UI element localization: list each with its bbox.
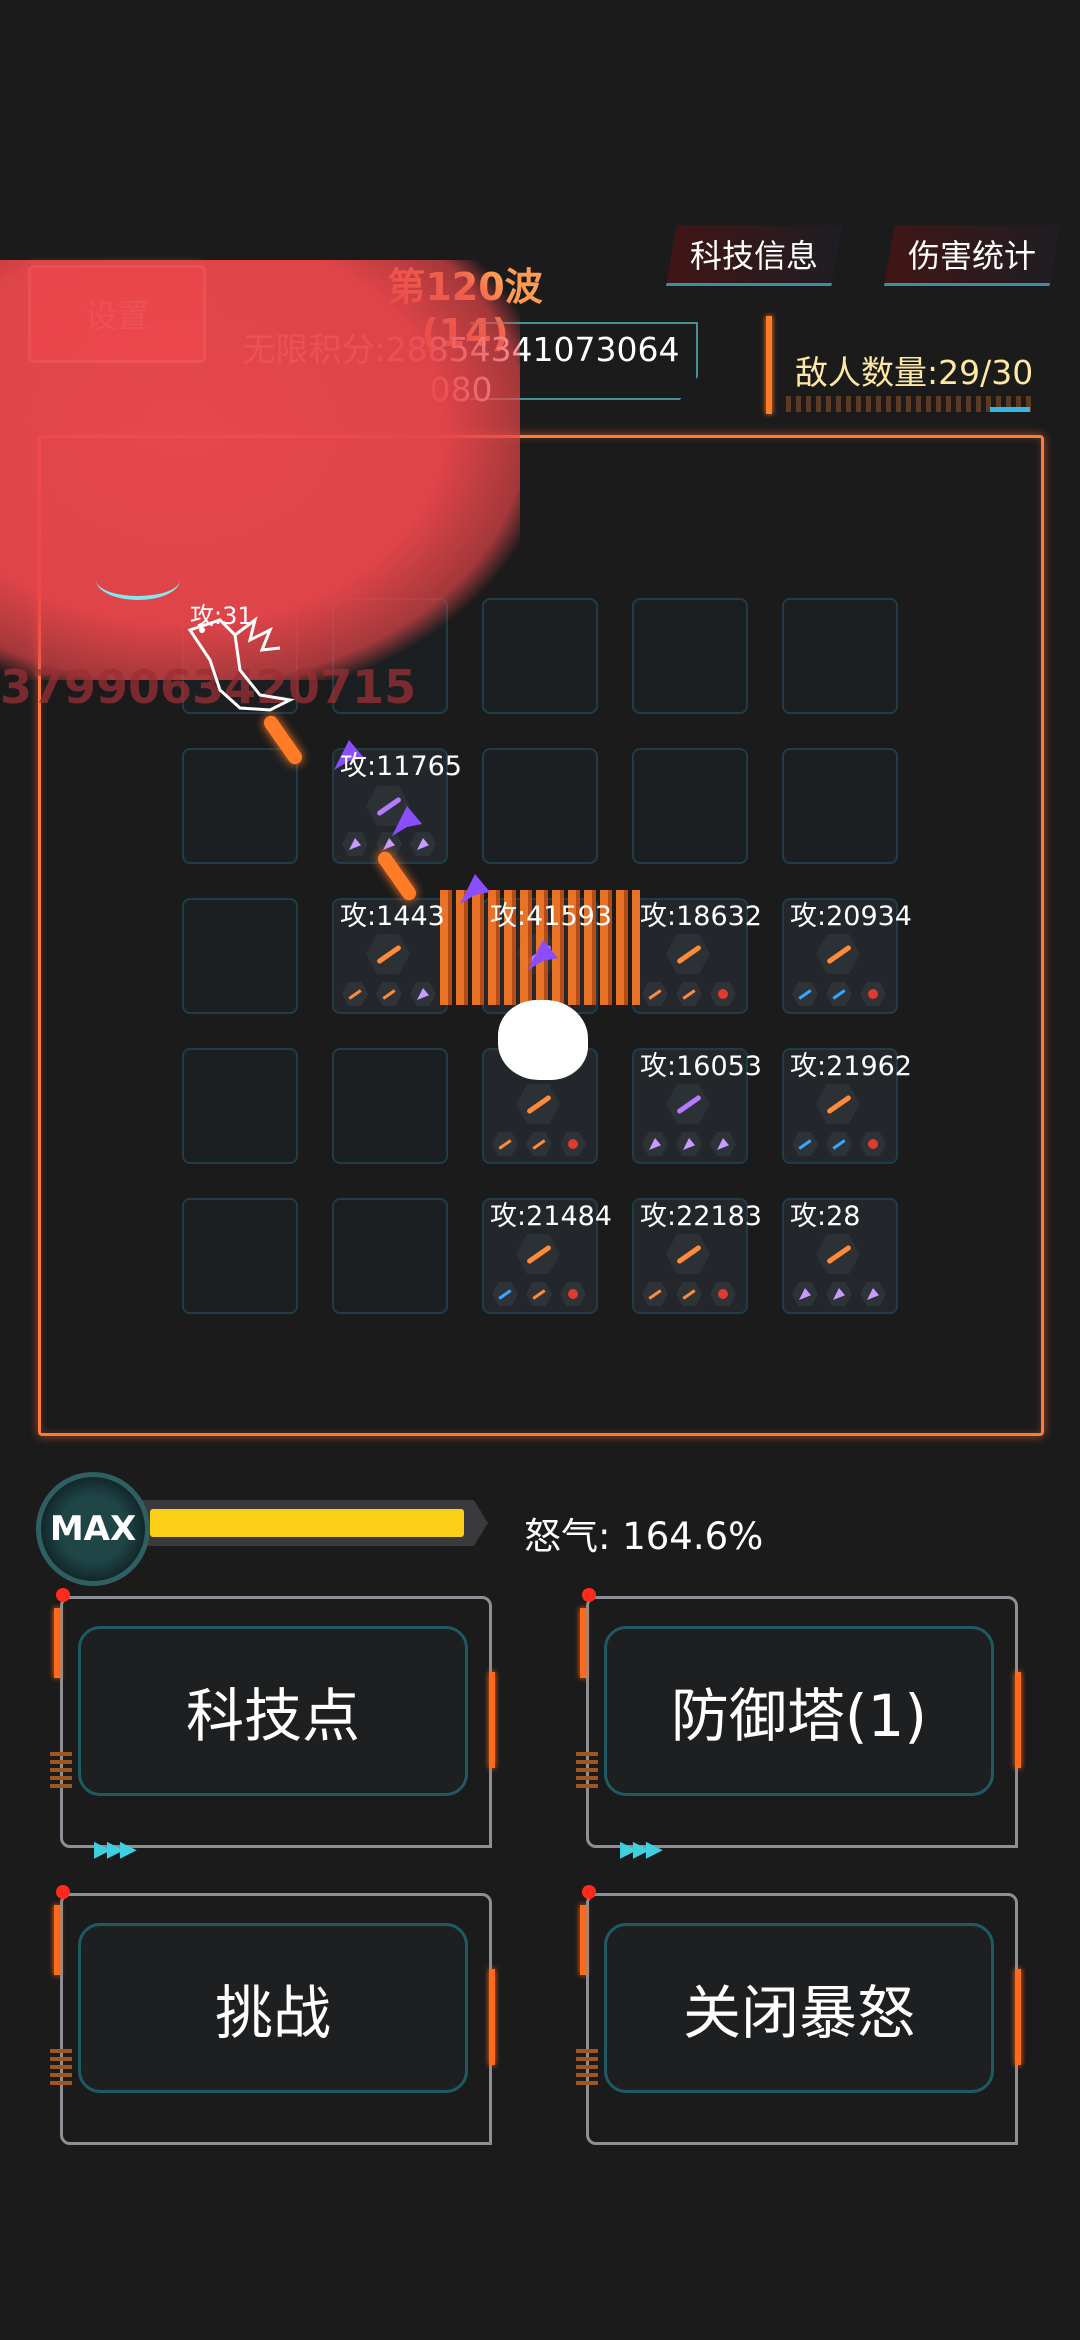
tower-attack-label: 攻:18632 (640, 901, 762, 932)
stripe-deco (576, 1748, 598, 1788)
tab-tech-info[interactable]: 科技信息 (666, 225, 842, 286)
grid-cell[interactable] (182, 898, 298, 1014)
orange-accent-deco (580, 1608, 586, 1678)
challenge-label: 挑战 (214, 1979, 331, 2047)
grid-cell[interactable] (782, 748, 898, 864)
grid-cell[interactable] (632, 748, 748, 864)
grid-cell[interactable] (182, 748, 298, 864)
grid-cell[interactable] (482, 748, 598, 864)
max-badge: MAX (36, 1472, 150, 1586)
enemy-count: 敌人数量:29/30 (795, 353, 1034, 392)
rage-text: 怒气: 164.6% (524, 1515, 764, 1558)
max-badge-label: MAX (49, 1509, 137, 1549)
tower-attack-label: 攻:22183 (640, 1201, 762, 1232)
button-face[interactable]: 关闭暴怒 (604, 1923, 994, 2093)
grid-cell[interactable] (332, 1198, 448, 1314)
tower-attack-label: 攻:20934 (790, 901, 912, 932)
stripe-deco (50, 1748, 72, 1788)
tab-tech-info-label: 科技信息 (689, 237, 818, 275)
divider-deco (766, 316, 772, 414)
orange-accent-deco (580, 1905, 586, 1975)
enemy-bar-indicator (990, 407, 1030, 412)
orange-accent-deco (1015, 1672, 1021, 1768)
arrows-icon: ▶▶▶ (94, 1837, 137, 1862)
tab-damage-stats-label: 伤害统计 (907, 237, 1036, 275)
challenge-button[interactable]: 挑战 (42, 1885, 495, 2145)
tab-damage-stats[interactable]: 伤害统计 (884, 225, 1060, 286)
orange-accent-deco (489, 1672, 495, 1768)
stripe-deco (50, 2045, 72, 2085)
red-dot-deco (56, 1885, 70, 1899)
tower-attack-label: 攻:21484 (490, 1201, 612, 1232)
button-face[interactable]: 防御塔(1) (604, 1626, 994, 1796)
cyan-arc-effect (96, 560, 180, 600)
tower-attack-label: 攻:16053 (640, 1051, 762, 1082)
tower-attack-label: 攻:1443 (340, 901, 445, 932)
red-dot-deco (56, 1588, 70, 1602)
orange-accent-deco (54, 1905, 60, 1975)
arrows-icon: ▶▶▶ (620, 1837, 663, 1862)
game-screen: 设置 第120波(14) 无限积分:28854341073064 080 科技信… (0, 0, 1080, 2340)
grid-cell[interactable] (632, 598, 748, 714)
defense-tower-label: 防御塔(1) (670, 1682, 928, 1750)
close-rage-button[interactable]: 关闭暴怒 (568, 1885, 1021, 2145)
tower-attack-label: 攻:41593 (490, 901, 612, 932)
tower-attack-label: 攻:28 (790, 1201, 861, 1232)
enemy-attack-label: 攻:31 (190, 602, 253, 630)
grid-cell[interactable] (182, 1048, 298, 1164)
orange-accent-deco (54, 1608, 60, 1678)
rage-fill (150, 1509, 464, 1537)
grid-cell[interactable] (182, 1198, 298, 1314)
red-dot-deco (582, 1588, 596, 1602)
enemy-face-sprite (498, 1000, 588, 1080)
button-face[interactable]: 科技点 (78, 1626, 468, 1796)
stripe-deco (576, 2045, 598, 2085)
orange-accent-deco (489, 1969, 495, 2065)
red-dot-deco (582, 1885, 596, 1899)
tech-points-button[interactable]: 科技点 ▶▶▶ (42, 1588, 495, 1862)
button-face[interactable]: 挑战 (78, 1923, 468, 2093)
orange-accent-deco (1015, 1969, 1021, 2065)
tower-attack-label: 攻:21962 (790, 1051, 912, 1082)
defense-tower-button[interactable]: 防御塔(1) ▶▶▶ (568, 1588, 1021, 1862)
close-rage-label: 关闭暴怒 (682, 1979, 915, 2047)
tech-points-label: 科技点 (185, 1682, 360, 1750)
tower-attack-label: 攻:11765 (340, 751, 462, 782)
grid-cell[interactable] (332, 1048, 448, 1164)
grid-cell[interactable] (782, 598, 898, 714)
